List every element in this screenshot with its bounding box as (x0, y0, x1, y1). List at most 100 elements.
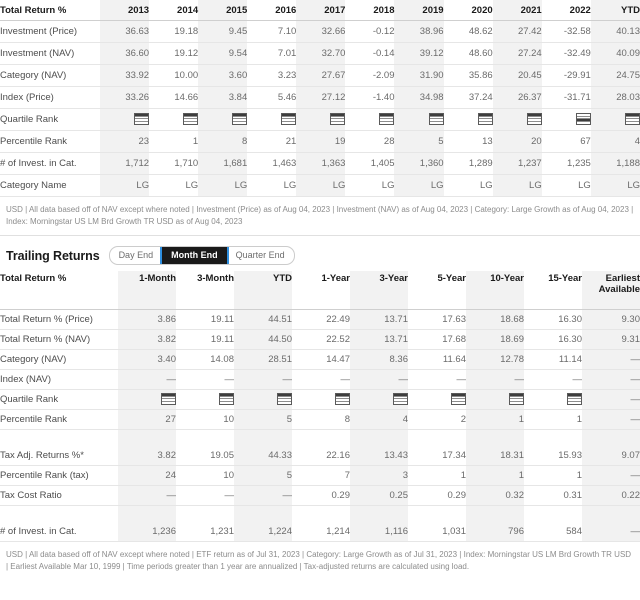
data-cell: 40.09 (590, 42, 640, 65)
data-cell: 18.69 (466, 329, 524, 351)
spacer-row (0, 505, 640, 523)
data-cell: — (350, 369, 408, 391)
investment-count-row: # of Invest. in Cat. 1,712 1,710 1,681 1,463… (0, 152, 640, 175)
trailing-footnote: USD | All data based off of NAV except w… (6, 550, 632, 571)
data-cell: — (466, 369, 524, 391)
data-cell: LG (590, 174, 640, 197)
toggle-option-quarter-end[interactable]: Quarter End (227, 247, 294, 264)
data-cell: 0.25 (350, 485, 408, 507)
table-row: Total Return % (NAV) 3.82 19.11 44.50 22.52 1… (0, 329, 640, 351)
row-label: Investment (NAV) (0, 42, 101, 65)
data-cell: 13 (443, 130, 493, 153)
toggle-option-month-end[interactable]: Month End (162, 247, 227, 265)
table-row: Category (NAV) 33.92 10.00 3.60 3.23 27.67 -2.… (0, 64, 640, 87)
column-header: YTD (234, 271, 292, 311)
quartile-cell (198, 108, 248, 131)
data-cell: 26.37 (492, 86, 542, 109)
data-cell: -2.09 (345, 64, 395, 87)
table-row: Index (Price) 33.26 14.66 3.84 5.46 27.12 -1.4… (0, 86, 640, 109)
row-label: # of Invest. in Cat. (0, 152, 101, 175)
data-cell: 8.36 (350, 349, 408, 371)
data-cell: — (176, 369, 234, 391)
data-cell: 1,710 (149, 152, 199, 175)
data-cell: 39.12 (394, 42, 444, 65)
data-cell: 11.14 (524, 349, 582, 371)
row-label: Quartile Rank (0, 108, 101, 131)
quartile-cell (247, 108, 297, 131)
row-label: Percentile Rank (0, 130, 101, 153)
data-cell: 584 (524, 522, 582, 543)
data-cell: — (234, 485, 292, 507)
data-cell: -0.14 (345, 42, 395, 65)
data-cell: 3.84 (198, 86, 248, 109)
data-cell: 1,681 (198, 152, 248, 175)
data-cell: 19.05 (176, 446, 234, 467)
column-header: 15-Year (524, 271, 582, 311)
data-cell: 9.07 (582, 446, 640, 467)
quartile-cell (350, 389, 408, 411)
table-row: Investment (Price) 36.63 19.18 9.45 7.10 32.6… (0, 20, 640, 43)
data-cell: 38.96 (394, 20, 444, 43)
data-cell: 36.60 (100, 42, 150, 65)
data-cell: 5.46 (247, 86, 297, 109)
quartile-rank-icon (625, 113, 640, 126)
data-cell: 4 (350, 409, 408, 431)
spacer-cell (408, 506, 466, 523)
data-cell: 31.90 (394, 64, 444, 87)
data-cell: 32.66 (296, 20, 346, 43)
quartile-rank-icon (379, 113, 395, 126)
data-cell: 35.86 (443, 64, 493, 87)
data-cell: 9.31 (582, 329, 640, 351)
data-cell: 21 (247, 130, 297, 153)
quartile-rank-icon (183, 113, 199, 126)
data-cell: 17.63 (408, 309, 466, 331)
data-cell: 10 (176, 409, 234, 431)
data-cell: 0.29 (408, 485, 466, 507)
data-cell: 27 (118, 409, 176, 431)
spacer-cell (234, 429, 292, 447)
row-label: Investment (Price) (0, 20, 101, 43)
annual-table-head: Total Return % 2013 2014 2015 2016 2017 2018 2… (0, 0, 640, 21)
data-cell: -1.40 (345, 86, 395, 109)
data-cell: 17.34 (408, 446, 466, 467)
quartile-cell (234, 389, 292, 411)
toggle-option-day-end[interactable]: Day End (110, 247, 163, 264)
data-cell: — (408, 369, 466, 391)
annual-footnote: USD | All data based off of NAV except w… (6, 205, 634, 226)
quartile-cell (176, 389, 234, 411)
row-label: Tax Cost Ratio (0, 485, 118, 507)
quartile-rank-icon (526, 113, 542, 126)
data-cell: 7.01 (247, 42, 297, 65)
data-cell: -32.49 (541, 42, 591, 65)
column-header: YTD (590, 0, 640, 21)
spacer-cell (350, 429, 408, 447)
data-cell: 28 (345, 130, 395, 153)
row-label: Total Return % (Price) (0, 309, 118, 331)
spacer-cell (0, 430, 118, 447)
data-cell: — (292, 369, 350, 391)
spacer-cell (582, 505, 640, 523)
quartile-cell (408, 389, 466, 411)
data-cell: 0.31 (524, 485, 582, 507)
data-cell: — (582, 409, 640, 431)
data-cell: 1,363 (296, 152, 346, 175)
column-header: 2021 (492, 0, 542, 21)
data-cell: 12.78 (466, 349, 524, 371)
spacer-cell (466, 505, 524, 523)
quartile-rank-icon (330, 113, 346, 126)
quartile-cell (394, 108, 444, 131)
quartile-cell (149, 108, 199, 131)
period-basis-toggle[interactable]: Day End Month End Quarter End (108, 246, 295, 266)
data-cell: 19.18 (149, 20, 199, 43)
data-cell: 1,231 (176, 522, 234, 543)
quartile-rank-icon (219, 393, 234, 406)
table-row: Tax Adj. Returns %* 3.82 19.05 44.33 22.16 13… (0, 446, 640, 467)
data-cell: 796 (466, 522, 524, 543)
spacer-cell (176, 506, 234, 523)
data-cell: 1,289 (443, 152, 493, 175)
quartile-rank-row: Quartile Rank (0, 108, 640, 131)
data-cell: -32.58 (541, 20, 591, 43)
quartile-cell: — (582, 389, 640, 411)
data-cell: 3.40 (118, 349, 176, 371)
data-cell: 36.63 (100, 20, 150, 43)
